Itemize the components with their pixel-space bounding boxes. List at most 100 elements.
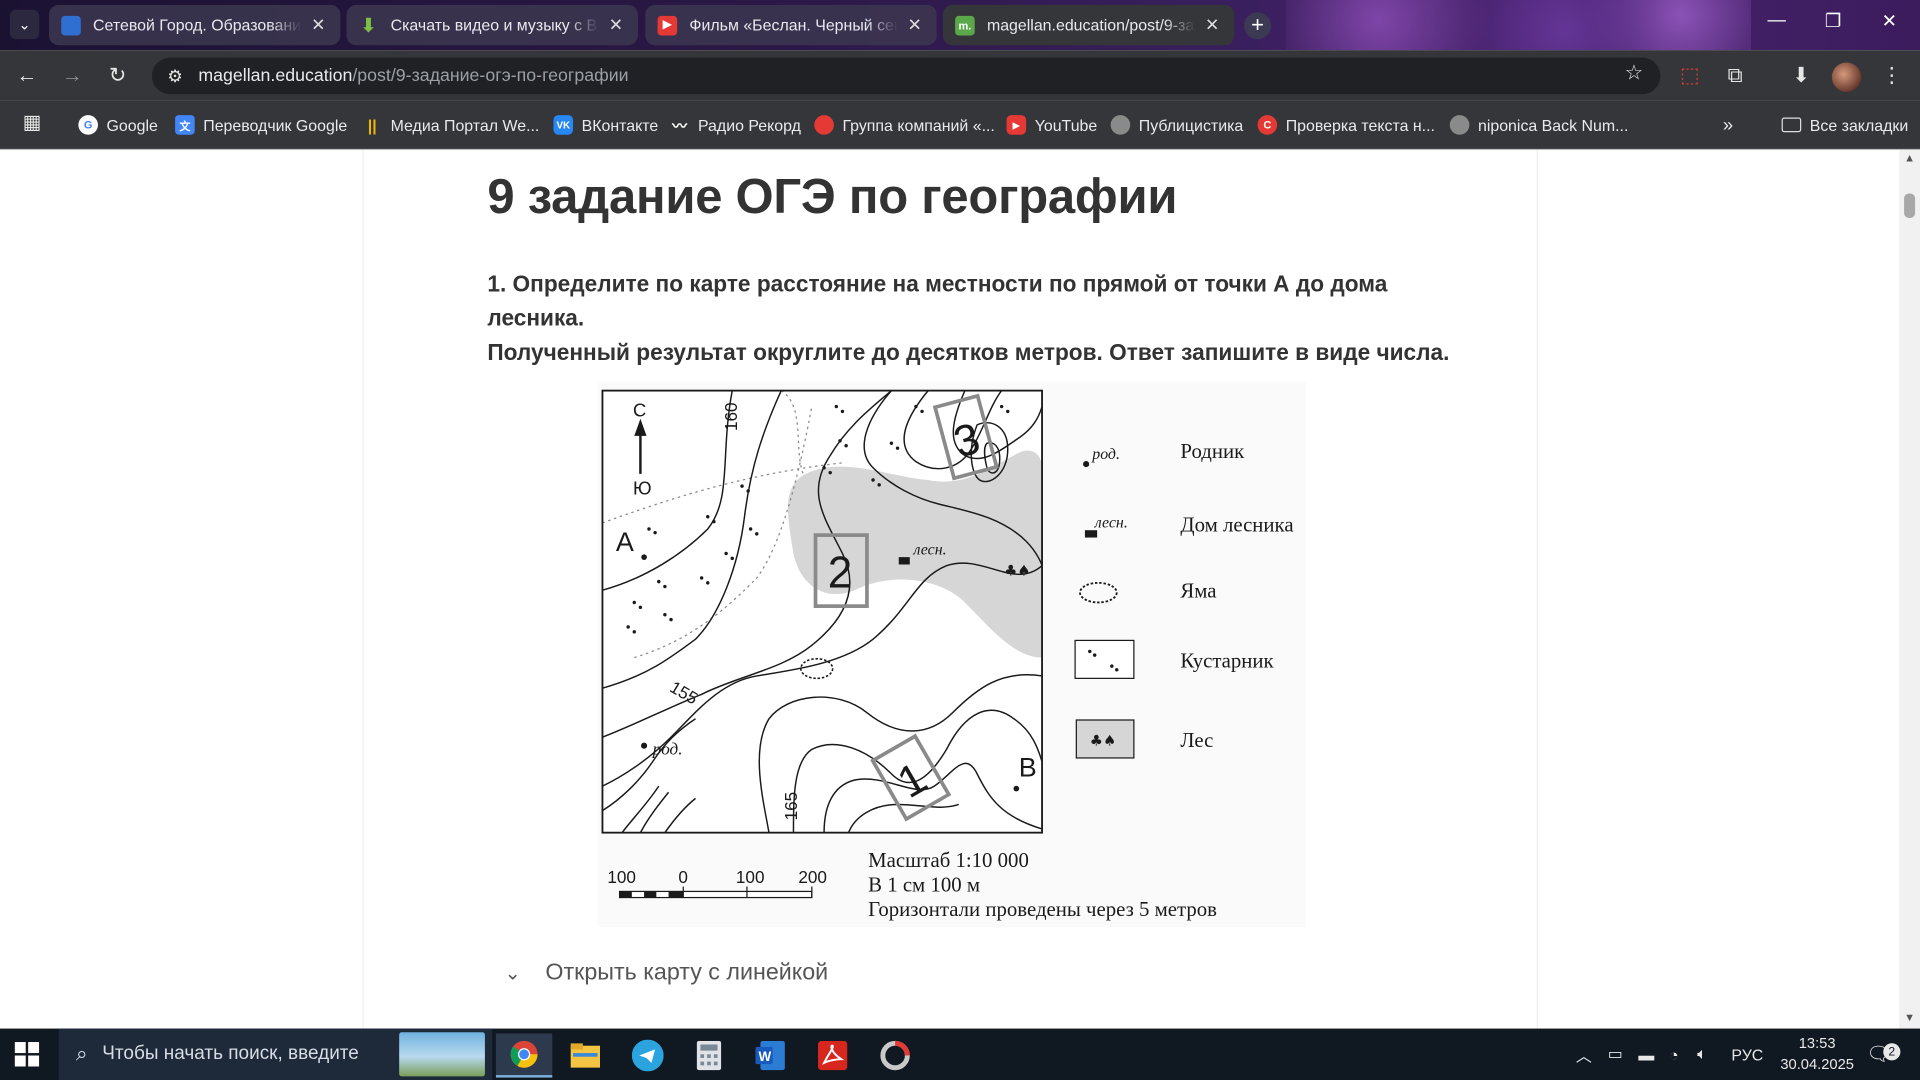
pdf-extension-icon[interactable]: ⬚ <box>1675 61 1704 90</box>
web-page: 9 задание ОГЭ по географии 1. Определите… <box>0 149 1920 1029</box>
bookmark-text-check[interactable]: C Проверка текста н... <box>1257 114 1435 136</box>
svg-text:2: 2 <box>828 549 853 598</box>
close-window-button[interactable]: ✕ <box>1871 10 1908 39</box>
site-info-icon[interactable]: ⚙ <box>157 61 194 90</box>
folder-icon <box>1781 117 1802 133</box>
svg-text:род.: род. <box>1091 446 1120 463</box>
page-title: 9 задание ОГЭ по географии <box>487 170 1178 225</box>
topographic-map-figure: ♣♠ лесн. род. А В 160 155 165 С Ю 2 3 1 … <box>597 382 1306 927</box>
browser-toolbar: ← → ↻ ⚙ magellan.education/post/9-задани… <box>0 50 1920 101</box>
translate-icon: 文 <box>175 115 195 135</box>
forest-symbol: ♣♠ <box>1004 563 1030 580</box>
point-b-label: В <box>1019 752 1037 782</box>
tab-film[interactable]: ▶ Фильм «Беслан. Черный сентя ✕ <box>645 4 937 46</box>
group-logo-icon <box>814 115 834 135</box>
svg-text:200: 200 <box>798 867 827 887</box>
scroll-up-arrow-icon[interactable]: ▲ <box>1899 152 1920 169</box>
tab-search-button[interactable]: ⌄ <box>9 9 40 40</box>
tab-vk-download[interactable]: ⬇ Скачать видео и музыку с ВК с ✕ <box>346 4 638 46</box>
apps-grid-icon[interactable]: ▦ <box>17 109 46 138</box>
clock-time: 13:53 <box>1798 1034 1836 1052</box>
extensions-puzzle-icon[interactable]: ⧉ <box>1720 61 1749 90</box>
url-text[interactable]: magellan.education/post/9-задание-огэ-по… <box>198 66 628 86</box>
more-bookmarks-chevron-icon[interactable]: » <box>1723 114 1733 136</box>
bookmark-radio-record[interactable]: 〰 Радио Рекорд <box>670 114 801 136</box>
globe-icon <box>1110 115 1131 135</box>
bookmark-translate[interactable]: 文 Переводчик Google <box>175 114 347 136</box>
tab-strip: ⌄ Сетевой Город. Образование. ✕ ⬇ Скачат… <box>0 0 1920 51</box>
word-taskbar-icon[interactable]: W <box>742 1033 798 1077</box>
forester-house-symbol <box>898 557 910 565</box>
reload-icon[interactable]: ↻ <box>103 61 132 90</box>
legend-forest: Лес <box>1180 728 1213 752</box>
youtube-icon: ▶ <box>1006 115 1027 135</box>
telegram-taskbar-icon[interactable] <box>620 1033 676 1077</box>
clock[interactable]: 13:53 30.04.2025 <box>1773 1033 1861 1075</box>
forward-arrow-icon[interactable]: → <box>58 61 87 90</box>
open-map-ruler-toggle[interactable]: ⌄ Открыть карту с линейкой <box>504 960 828 987</box>
calculator-taskbar-icon[interactable] <box>681 1033 737 1077</box>
windows-start-icon[interactable] <box>14 1042 40 1067</box>
scrollbar[interactable] <box>1899 149 1920 1029</box>
battery-icon[interactable]: ▬ <box>1638 1029 1654 1080</box>
north-label: С <box>633 399 646 420</box>
contour-label-160: 160 <box>721 402 741 431</box>
notification-count-badge: 2 <box>1883 1043 1901 1061</box>
volume-icon[interactable]: 🔈︎ <box>1697 1029 1707 1080</box>
spring-symbol <box>641 742 648 749</box>
chrome-taskbar-icon[interactable] <box>495 1033 553 1078</box>
meet-now-icon[interactable]: ▭ <box>1608 1029 1623 1080</box>
close-tab-icon[interactable]: ✕ <box>1202 15 1222 36</box>
legend-forester-house: Дом лесника <box>1180 512 1293 536</box>
bookmark-vk[interactable]: VK ВКонтакте <box>553 114 658 136</box>
bookmark-youtube[interactable]: ▶ YouTube <box>1006 114 1097 136</box>
vk-icon: VK <box>553 115 574 135</box>
south-label: Ю <box>633 478 652 499</box>
svg-text:100: 100 <box>607 867 636 887</box>
contour-label-165: 165 <box>781 792 801 821</box>
restore-button[interactable]: ❐ <box>1815 10 1852 39</box>
tab-netcity[interactable]: Сетевой Город. Образование. ✕ <box>48 4 341 46</box>
tab-magellan[interactable]: m. magellan.education/post/9-зад ✕ <box>942 4 1235 46</box>
task-text: 1. Определите по карте расстояние на мес… <box>487 267 1467 370</box>
profile-avatar[interactable] <box>1831 62 1862 92</box>
menu-kebab-icon[interactable]: ⋮ <box>1877 61 1906 90</box>
scrollbar-thumb[interactable] <box>1904 193 1916 218</box>
new-tab-button[interactable]: + <box>1244 12 1272 40</box>
back-arrow-icon[interactable]: ← <box>12 61 41 90</box>
svg-text:лесн.: лесн. <box>1094 515 1128 532</box>
scroll-down-arrow-icon[interactable]: ▼ <box>1899 1011 1920 1028</box>
minimize-button[interactable]: — <box>1758 10 1795 39</box>
google-icon: G <box>78 115 98 135</box>
app-circle-taskbar-icon[interactable] <box>867 1033 923 1077</box>
download-arrow-icon: ⬇ <box>360 15 377 37</box>
svg-text:W: W <box>759 1049 772 1064</box>
svg-text:В 1 см 100 м: В 1 см 100 м <box>868 872 980 896</box>
search-highlight-image <box>399 1032 485 1077</box>
bookmark-star-icon[interactable]: ☆ <box>1625 61 1644 85</box>
address-bar[interactable]: ⚙ magellan.education/post/9-задание-огэ-… <box>151 57 1661 95</box>
task-line-2: Полученный результат округлите до десятк… <box>487 339 1450 365</box>
chevron-down-icon: ⌄ <box>504 963 521 985</box>
spring-label: род. <box>652 739 683 758</box>
taskbar-search[interactable]: ⌕ Чтобы начать поиск, введите <box>58 1028 493 1080</box>
downloads-icon[interactable]: ⬇ <box>1787 61 1816 90</box>
bookmark-google[interactable]: G Google <box>78 114 158 136</box>
svg-text:♣♠: ♣♠ <box>1090 733 1116 750</box>
bookmark-group[interactable]: Группа компаний «... <box>814 114 995 136</box>
wifi-icon[interactable]: ◔ <box>1669 1029 1679 1080</box>
all-bookmarks-folder[interactable]: Все закладки <box>1781 114 1908 136</box>
map-svg: ♣♠ лесн. род. А В 160 155 165 С Ю 2 3 1 … <box>597 382 1306 927</box>
bookmark-publicistika[interactable]: Публицистика <box>1110 114 1243 136</box>
tray-chevron-icon[interactable]: ︿ <box>1576 1029 1592 1080</box>
close-tab-icon[interactable]: ✕ <box>309 15 329 36</box>
bookmark-media-portal[interactable]: || Медиа Портал We... <box>362 114 540 136</box>
acrobat-taskbar-icon[interactable] <box>804 1033 860 1077</box>
close-tab-icon[interactable]: ✕ <box>905 15 925 36</box>
map-area: ♣♠ лесн. род. А В 160 155 165 С Ю 2 3 1 <box>602 390 1043 833</box>
close-tab-icon[interactable]: ✕ <box>606 15 626 36</box>
file-explorer-taskbar-icon[interactable] <box>557 1033 613 1077</box>
theme-background <box>1285 0 1752 51</box>
language-indicator[interactable]: РУС <box>1731 1029 1763 1080</box>
bookmark-niponica[interactable]: niponica Back Num... <box>1449 114 1628 136</box>
